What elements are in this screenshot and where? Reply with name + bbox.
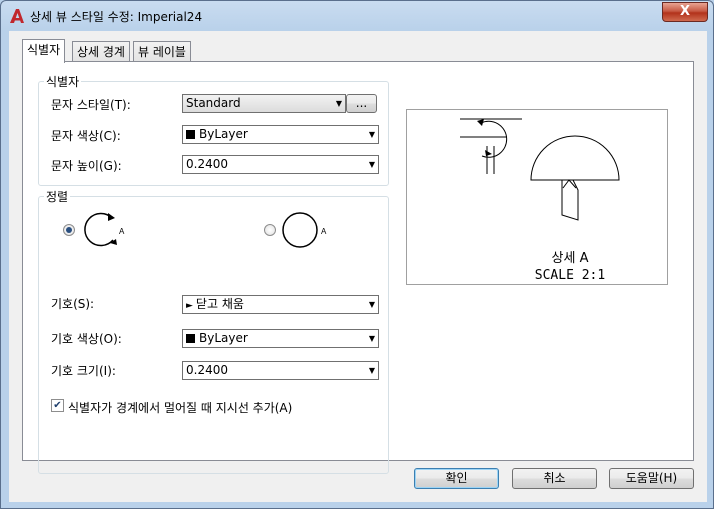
option-letter-2: A xyxy=(321,227,327,236)
symbol-size-value: 0.2400 xyxy=(186,363,228,377)
leader-checkbox-label: 식별자가 경계에서 멀어질 때 지시선 추가(A) xyxy=(68,401,293,415)
symbol-label: 기호(S): xyxy=(51,297,95,311)
group-title: 정렬 xyxy=(44,188,71,205)
arrangement-option-2-radio[interactable] xyxy=(264,224,276,236)
symbol-size-input[interactable]: 0.2400 ▼ xyxy=(182,361,379,380)
plain-circle-icon: A xyxy=(282,212,327,248)
browse-text-style-button[interactable]: ... xyxy=(346,94,377,113)
tab-label: 식별자 xyxy=(27,43,61,57)
tab-identifier[interactable]: 식별자 xyxy=(22,39,66,63)
symbol-color-dropdown[interactable]: ByLayer ▼ xyxy=(182,329,379,348)
symbol-value: 닫고 채움 xyxy=(195,297,244,311)
window-title: 상세 뷰 스타일 수정: Imperial24 xyxy=(30,10,203,24)
chevron-down-icon: ▼ xyxy=(368,130,375,139)
symbol-dropdown[interactable]: ► 닫고 채움 ▼ xyxy=(182,295,379,314)
text-color-label: 문자 색상(C): xyxy=(51,129,121,143)
preview-panel: 상세 A SCALE 2:1 xyxy=(406,109,668,285)
help-button[interactable]: 도움말(H) xyxy=(609,468,694,489)
autocad-app-icon xyxy=(10,9,24,23)
chevron-down-icon: ▼ xyxy=(368,366,375,375)
detail-preview-drawing: 상세 A SCALE 2:1 xyxy=(460,118,620,283)
check-icon: ✔ xyxy=(53,400,62,411)
group-title: 식별자 xyxy=(44,73,82,90)
chevron-down-icon: ▼ xyxy=(335,99,342,108)
ok-button[interactable]: 확인 xyxy=(414,468,499,489)
tab-detail-boundary[interactable]: 상세 경계 xyxy=(72,41,130,62)
preview-detail-label: 상세 A xyxy=(552,251,589,266)
tab-panel: 식별자 문자 스타일(T): Standard ▼ ... 문자 색상(C): … xyxy=(22,61,694,474)
tab-label: 상세 경계 xyxy=(77,45,125,59)
text-style-value: Standard xyxy=(186,96,241,110)
option-letter-1: A xyxy=(119,227,125,236)
dialog-window: 상세 뷰 스타일 수정: Imperial24 X 식별자 상세 경계 뷰 레이… xyxy=(0,0,714,509)
tab-view-label[interactable]: 뷰 레이블 xyxy=(133,41,191,62)
arrangement-option-1-radio[interactable] xyxy=(63,224,75,236)
chevron-down-icon: ▼ xyxy=(368,300,375,309)
dialog-client: 식별자 상세 경계 뷰 레이블 식별자 문자 스타일(T): Standard … xyxy=(9,31,707,502)
text-color-dropdown[interactable]: ByLayer ▼ xyxy=(182,125,379,144)
text-color-value: ByLayer xyxy=(199,127,248,141)
symbol-color-value: ByLayer xyxy=(199,331,248,345)
tab-label: 뷰 레이블 xyxy=(138,45,186,59)
leader-checkbox[interactable]: ✔ xyxy=(51,399,64,412)
radio-selected-dot xyxy=(66,227,72,233)
symbol-size-label: 기호 크기(I): xyxy=(51,364,116,378)
text-style-label: 문자 스타일(T): xyxy=(51,98,131,112)
color-swatch-icon xyxy=(186,130,195,139)
chevron-down-icon: ▼ xyxy=(368,160,375,169)
symbol-color-label: 기호 색상(O): xyxy=(51,332,122,346)
filled-arrow-icon: ► xyxy=(186,301,193,311)
color-swatch-icon xyxy=(186,334,195,343)
close-button[interactable]: X xyxy=(662,2,708,22)
text-height-input[interactable]: 0.2400 ▼ xyxy=(182,155,379,174)
circle-arrow-icon: A xyxy=(84,212,125,247)
text-height-label: 문자 높이(G): xyxy=(51,159,122,173)
text-style-dropdown[interactable]: Standard ▼ xyxy=(182,94,346,113)
chevron-down-icon: ▼ xyxy=(368,334,375,343)
preview-scale-label: SCALE 2:1 xyxy=(535,268,605,283)
cancel-button[interactable]: 취소 xyxy=(512,468,597,489)
title-bar[interactable]: 상세 뷰 스타일 수정: Imperial24 X xyxy=(1,1,714,31)
text-height-value: 0.2400 xyxy=(186,157,228,171)
